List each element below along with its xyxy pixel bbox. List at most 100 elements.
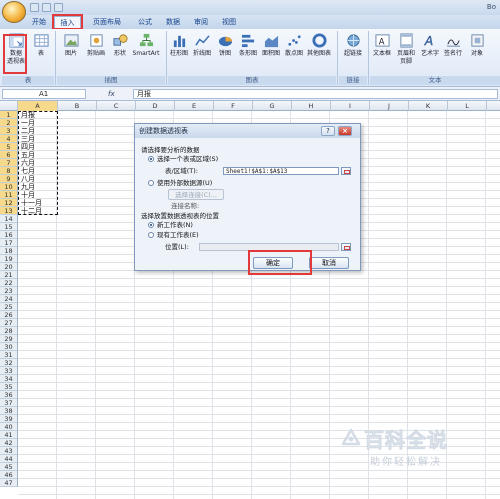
row-header[interactable]: 36: [0, 391, 18, 399]
row-header[interactable]: 5: [0, 143, 18, 151]
range-picker-icon[interactable]: [341, 167, 351, 175]
name-box[interactable]: A1: [2, 89, 86, 99]
column-chart-button[interactable]: 柱形图: [168, 33, 190, 58]
cell-a[interactable]: 一月: [20, 119, 58, 127]
undo-icon[interactable]: [42, 3, 51, 12]
radio-new-worksheet[interactable]: [148, 222, 154, 228]
row-header[interactable]: 33: [0, 367, 18, 375]
save-icon[interactable]: [30, 3, 39, 12]
row-header[interactable]: 13: [0, 207, 18, 215]
line-chart-button[interactable]: 折线图: [191, 33, 213, 58]
clipart-button[interactable]: 剪贴画: [84, 33, 108, 58]
row-header[interactable]: 10: [0, 183, 18, 191]
select-range-label[interactable]: 选择一个表或区域(S): [157, 155, 218, 163]
row-header[interactable]: 18: [0, 247, 18, 255]
row-header[interactable]: 24: [0, 295, 18, 303]
cell-a[interactable]: 六月: [20, 159, 58, 167]
row-header[interactable]: 4: [0, 135, 18, 143]
row-header[interactable]: 41: [0, 431, 18, 439]
column-header[interactable]: L: [448, 101, 487, 111]
pie-chart-button[interactable]: 饼图: [214, 33, 236, 58]
new-worksheet-label[interactable]: 新工作表(N): [157, 221, 193, 229]
row-header[interactable]: 20: [0, 263, 18, 271]
row-header[interactable]: 6: [0, 151, 18, 159]
column-header[interactable]: K: [409, 101, 448, 111]
cell-a[interactable]: 二月: [20, 127, 58, 135]
textbox-button[interactable]: A 文本框: [371, 33, 393, 58]
cancel-button[interactable]: 取消: [309, 257, 349, 269]
cell-a[interactable]: 月报: [20, 111, 58, 119]
row-header[interactable]: 11: [0, 191, 18, 199]
picture-button[interactable]: 图片: [60, 33, 82, 58]
formula-input[interactable]: 月报: [133, 89, 498, 99]
row-header[interactable]: 35: [0, 383, 18, 391]
hyperlink-button[interactable]: 超链接: [340, 33, 366, 58]
fx-icon[interactable]: fx: [108, 89, 132, 99]
radio-external-source[interactable]: [148, 180, 154, 186]
redo-icon[interactable]: [54, 3, 63, 12]
tab-review[interactable]: 审阅: [188, 16, 214, 29]
row-header[interactable]: 32: [0, 359, 18, 367]
row-header[interactable]: 30: [0, 343, 18, 351]
column-header[interactable]: C: [97, 101, 136, 111]
column-header[interactable]: D: [136, 101, 175, 111]
tab-formulas[interactable]: 公式: [132, 16, 158, 29]
row-header[interactable]: 12: [0, 199, 18, 207]
row-header[interactable]: 16: [0, 231, 18, 239]
table-button[interactable]: 表: [31, 33, 51, 58]
row-header[interactable]: 38: [0, 407, 18, 415]
location-picker-icon[interactable]: [341, 243, 351, 251]
tab-start[interactable]: 开始: [26, 16, 52, 29]
radio-select-range[interactable]: [148, 156, 154, 162]
column-header[interactable]: J: [370, 101, 409, 111]
cell-a[interactable]: 十月: [20, 191, 58, 199]
tab-page-layout[interactable]: 页面布局: [84, 16, 130, 29]
help-icon[interactable]: ?: [321, 126, 335, 136]
tab-data[interactable]: 数据: [160, 16, 186, 29]
scatter-chart-button[interactable]: 散点图: [283, 33, 305, 58]
row-header[interactable]: 22: [0, 279, 18, 287]
office-button[interactable]: [2, 1, 26, 23]
cell-a[interactable]: 七月: [20, 167, 58, 175]
select-all-corner[interactable]: [0, 101, 18, 111]
cell-a[interactable]: 十一月: [20, 199, 58, 207]
row-header[interactable]: 28: [0, 327, 18, 335]
row-header[interactable]: 17: [0, 239, 18, 247]
row-header[interactable]: 26: [0, 311, 18, 319]
row-header[interactable]: 44: [0, 455, 18, 463]
row-header[interactable]: 7: [0, 159, 18, 167]
row-header[interactable]: 25: [0, 303, 18, 311]
cell-a[interactable]: 三月: [20, 135, 58, 143]
cell-a[interactable]: 五月: [20, 151, 58, 159]
row-header[interactable]: 29: [0, 335, 18, 343]
choose-connection-button[interactable]: 选择连接(C)...: [168, 189, 224, 200]
row-header[interactable]: 27: [0, 319, 18, 327]
column-header[interactable]: B: [58, 101, 97, 111]
radio-existing-worksheet[interactable]: [148, 232, 154, 238]
row-header[interactable]: 31: [0, 351, 18, 359]
cell-a[interactable]: 九月: [20, 183, 58, 191]
existing-worksheet-label[interactable]: 现有工作表(E): [157, 231, 199, 239]
column-header[interactable]: I: [331, 101, 370, 111]
row-header[interactable]: 19: [0, 255, 18, 263]
column-header[interactable]: E: [175, 101, 214, 111]
shapes-button[interactable]: 形状: [109, 33, 131, 58]
row-header[interactable]: 39: [0, 415, 18, 423]
cell-a[interactable]: 八月: [20, 175, 58, 183]
row-header[interactable]: 21: [0, 271, 18, 279]
area-chart-button[interactable]: 面积图: [260, 33, 282, 58]
row-header[interactable]: 8: [0, 167, 18, 175]
object-button[interactable]: 对象: [466, 33, 488, 58]
cell-a[interactable]: 十二月: [20, 207, 58, 215]
header-footer-button[interactable]: 页眉和 页脚: [394, 33, 418, 66]
column-header[interactable]: G: [253, 101, 292, 111]
smartart-button[interactable]: SmartArt: [131, 33, 161, 58]
bar-chart-button[interactable]: 条形图: [237, 33, 259, 58]
row-header[interactable]: 34: [0, 375, 18, 383]
row-header[interactable]: 37: [0, 399, 18, 407]
row-header[interactable]: 40: [0, 423, 18, 431]
signature-line-button[interactable]: 签名行: [442, 33, 464, 58]
tab-view[interactable]: 视图: [216, 16, 242, 29]
cell-a[interactable]: 四月: [20, 143, 58, 151]
row-header[interactable]: 15: [0, 223, 18, 231]
